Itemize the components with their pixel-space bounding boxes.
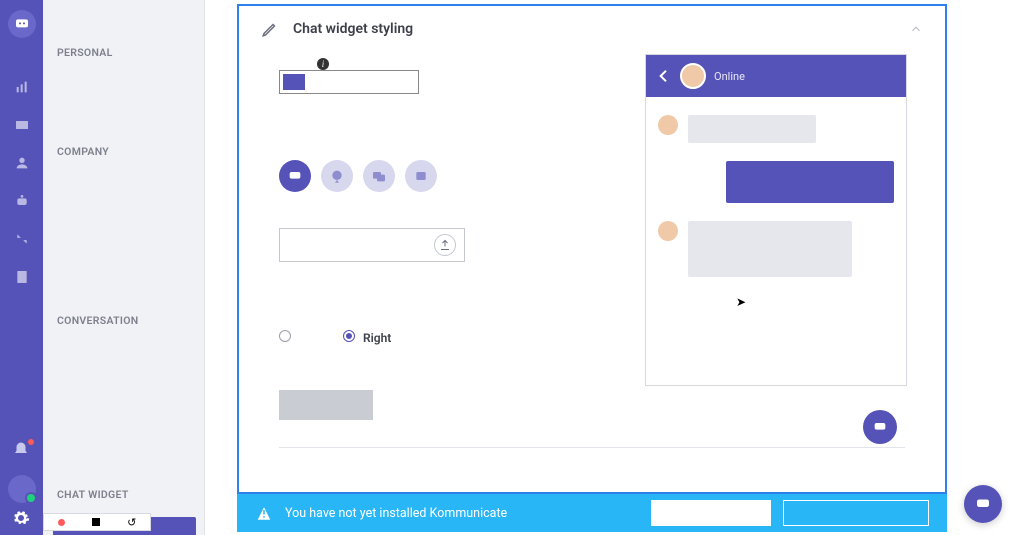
settings-icon[interactable] xyxy=(12,509,32,529)
banner-primary-button[interactable] xyxy=(651,500,771,526)
sidebar-section-company: COMPANY xyxy=(57,145,190,158)
nav-analytics-icon[interactable] xyxy=(12,77,32,97)
edit-icon xyxy=(261,20,279,38)
widget-position-row: Right xyxy=(279,330,391,345)
position-right-radio[interactable] xyxy=(343,330,355,342)
back-icon[interactable] xyxy=(656,68,672,84)
install-banner: You have not yet installed Kommunicate xyxy=(237,494,947,532)
chat-widget-styling-panel: Chat widget styling i Right Onl xyxy=(237,4,947,494)
notifications-icon[interactable] xyxy=(12,441,32,461)
app-logo[interactable] xyxy=(8,10,36,38)
settings-sidebar: PERSONAL COMPANY CONVERSATION CHAT WIDGE… xyxy=(43,0,205,535)
position-right-label: Right xyxy=(363,331,391,345)
panel-title: Chat widget styling xyxy=(293,21,413,37)
msg-avatar-1 xyxy=(658,115,678,135)
position-left-radio[interactable] xyxy=(279,330,291,342)
cursor-icon: ➤ xyxy=(736,295,746,309)
outgoing-bubble-1 xyxy=(726,161,894,203)
nav-collapse-icon[interactable] xyxy=(12,229,32,249)
panel-divider xyxy=(279,447,905,448)
icon-rail xyxy=(0,0,43,535)
launcher-icon-option-1[interactable] xyxy=(279,160,311,192)
launcher-icon-option-2[interactable] xyxy=(321,160,353,192)
stop-icon[interactable] xyxy=(92,518,100,526)
chevron-up-icon xyxy=(909,22,923,36)
undo-icon[interactable]: ↺ xyxy=(127,516,136,529)
panel-header[interactable]: Chat widget styling xyxy=(239,6,945,52)
primary-color-input[interactable] xyxy=(279,70,419,94)
preview-header: Online xyxy=(646,55,906,97)
custom-icon-upload[interactable] xyxy=(279,228,465,262)
nav-users-icon[interactable] xyxy=(12,153,32,173)
save-button[interactable] xyxy=(279,390,373,420)
agent-avatar xyxy=(680,63,706,89)
nav-messages-icon[interactable] xyxy=(12,115,32,135)
sidebar-section-chat-widget: CHAT WIDGET xyxy=(57,488,190,501)
launcher-icon-option-3[interactable] xyxy=(363,160,395,192)
agent-status: Online xyxy=(714,70,745,83)
preview-launcher-bubble xyxy=(863,410,897,444)
banner-text: You have not yet installed Kommunicate xyxy=(285,506,507,521)
msg-avatar-2 xyxy=(658,221,678,241)
launcher-icon-choices xyxy=(279,160,437,192)
sidebar-section-conversation: CONVERSATION xyxy=(57,314,190,327)
nav-bot-icon[interactable] xyxy=(12,191,32,211)
incoming-bubble-2 xyxy=(688,221,852,277)
chat-preview: Online ➤ xyxy=(645,54,907,386)
record-indicator-icon[interactable] xyxy=(58,519,65,526)
sidebar-section-personal: PERSONAL xyxy=(57,46,190,59)
incoming-bubble-1 xyxy=(688,115,816,143)
warning-icon xyxy=(255,504,273,522)
floating-chat-widget[interactable] xyxy=(964,485,1002,523)
recording-controls: ↺ xyxy=(43,513,151,531)
chat-logo-icon xyxy=(14,16,30,32)
nav-docs-icon[interactable] xyxy=(12,267,32,287)
panel-body: i Right Online xyxy=(239,52,945,488)
self-avatar[interactable] xyxy=(8,475,36,503)
info-icon[interactable]: i xyxy=(317,58,329,70)
color-swatch xyxy=(283,74,305,90)
upload-icon xyxy=(434,234,456,256)
banner-secondary-button[interactable] xyxy=(783,500,929,526)
launcher-icon-option-4[interactable] xyxy=(405,160,437,192)
